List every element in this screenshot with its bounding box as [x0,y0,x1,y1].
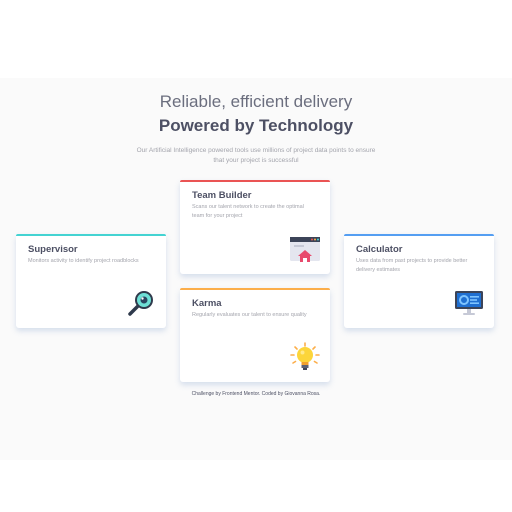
team-builder-icon [290,237,320,262]
attribution-text: Challenge by Frontend Mentor. Coded by G… [191,391,321,397]
monitor-icon [455,291,483,315]
card-team-builder: Team Builder Scans our talent network to… [180,180,330,274]
card-accent-bar [344,234,494,236]
magnifier-icon [128,291,153,316]
card-title: Team Builder [192,190,252,201]
card-supervisor: Supervisor Monitors activity to identify… [16,234,166,328]
card-accent-bar [16,234,166,236]
card-karma: Karma Regularly evaluates our talent to … [180,288,330,382]
card-accent-bar [180,180,330,182]
card-description: Regularly evaluates our talent to ensure… [192,312,307,318]
card-title: Calculator [356,244,403,255]
heading-subtitle: Reliable, efficient delivery [159,92,353,111]
card-description: Monitors activity to identify project ro… [28,258,139,264]
intro-text: Our Artificial Intelligence powered tool… [136,147,376,164]
card-description: Uses data from past projects to provide … [356,258,468,273]
card-title: Supervisor [28,244,78,255]
card-description: Scans our talent network to create the o… [192,204,304,219]
card-calculator: Calculator Uses data from past projects … [344,234,494,328]
page-title: Powered by Technology [158,116,354,135]
lightbulb-icon [290,342,320,370]
card-title: Karma [192,298,222,309]
card-accent-bar [180,288,330,290]
